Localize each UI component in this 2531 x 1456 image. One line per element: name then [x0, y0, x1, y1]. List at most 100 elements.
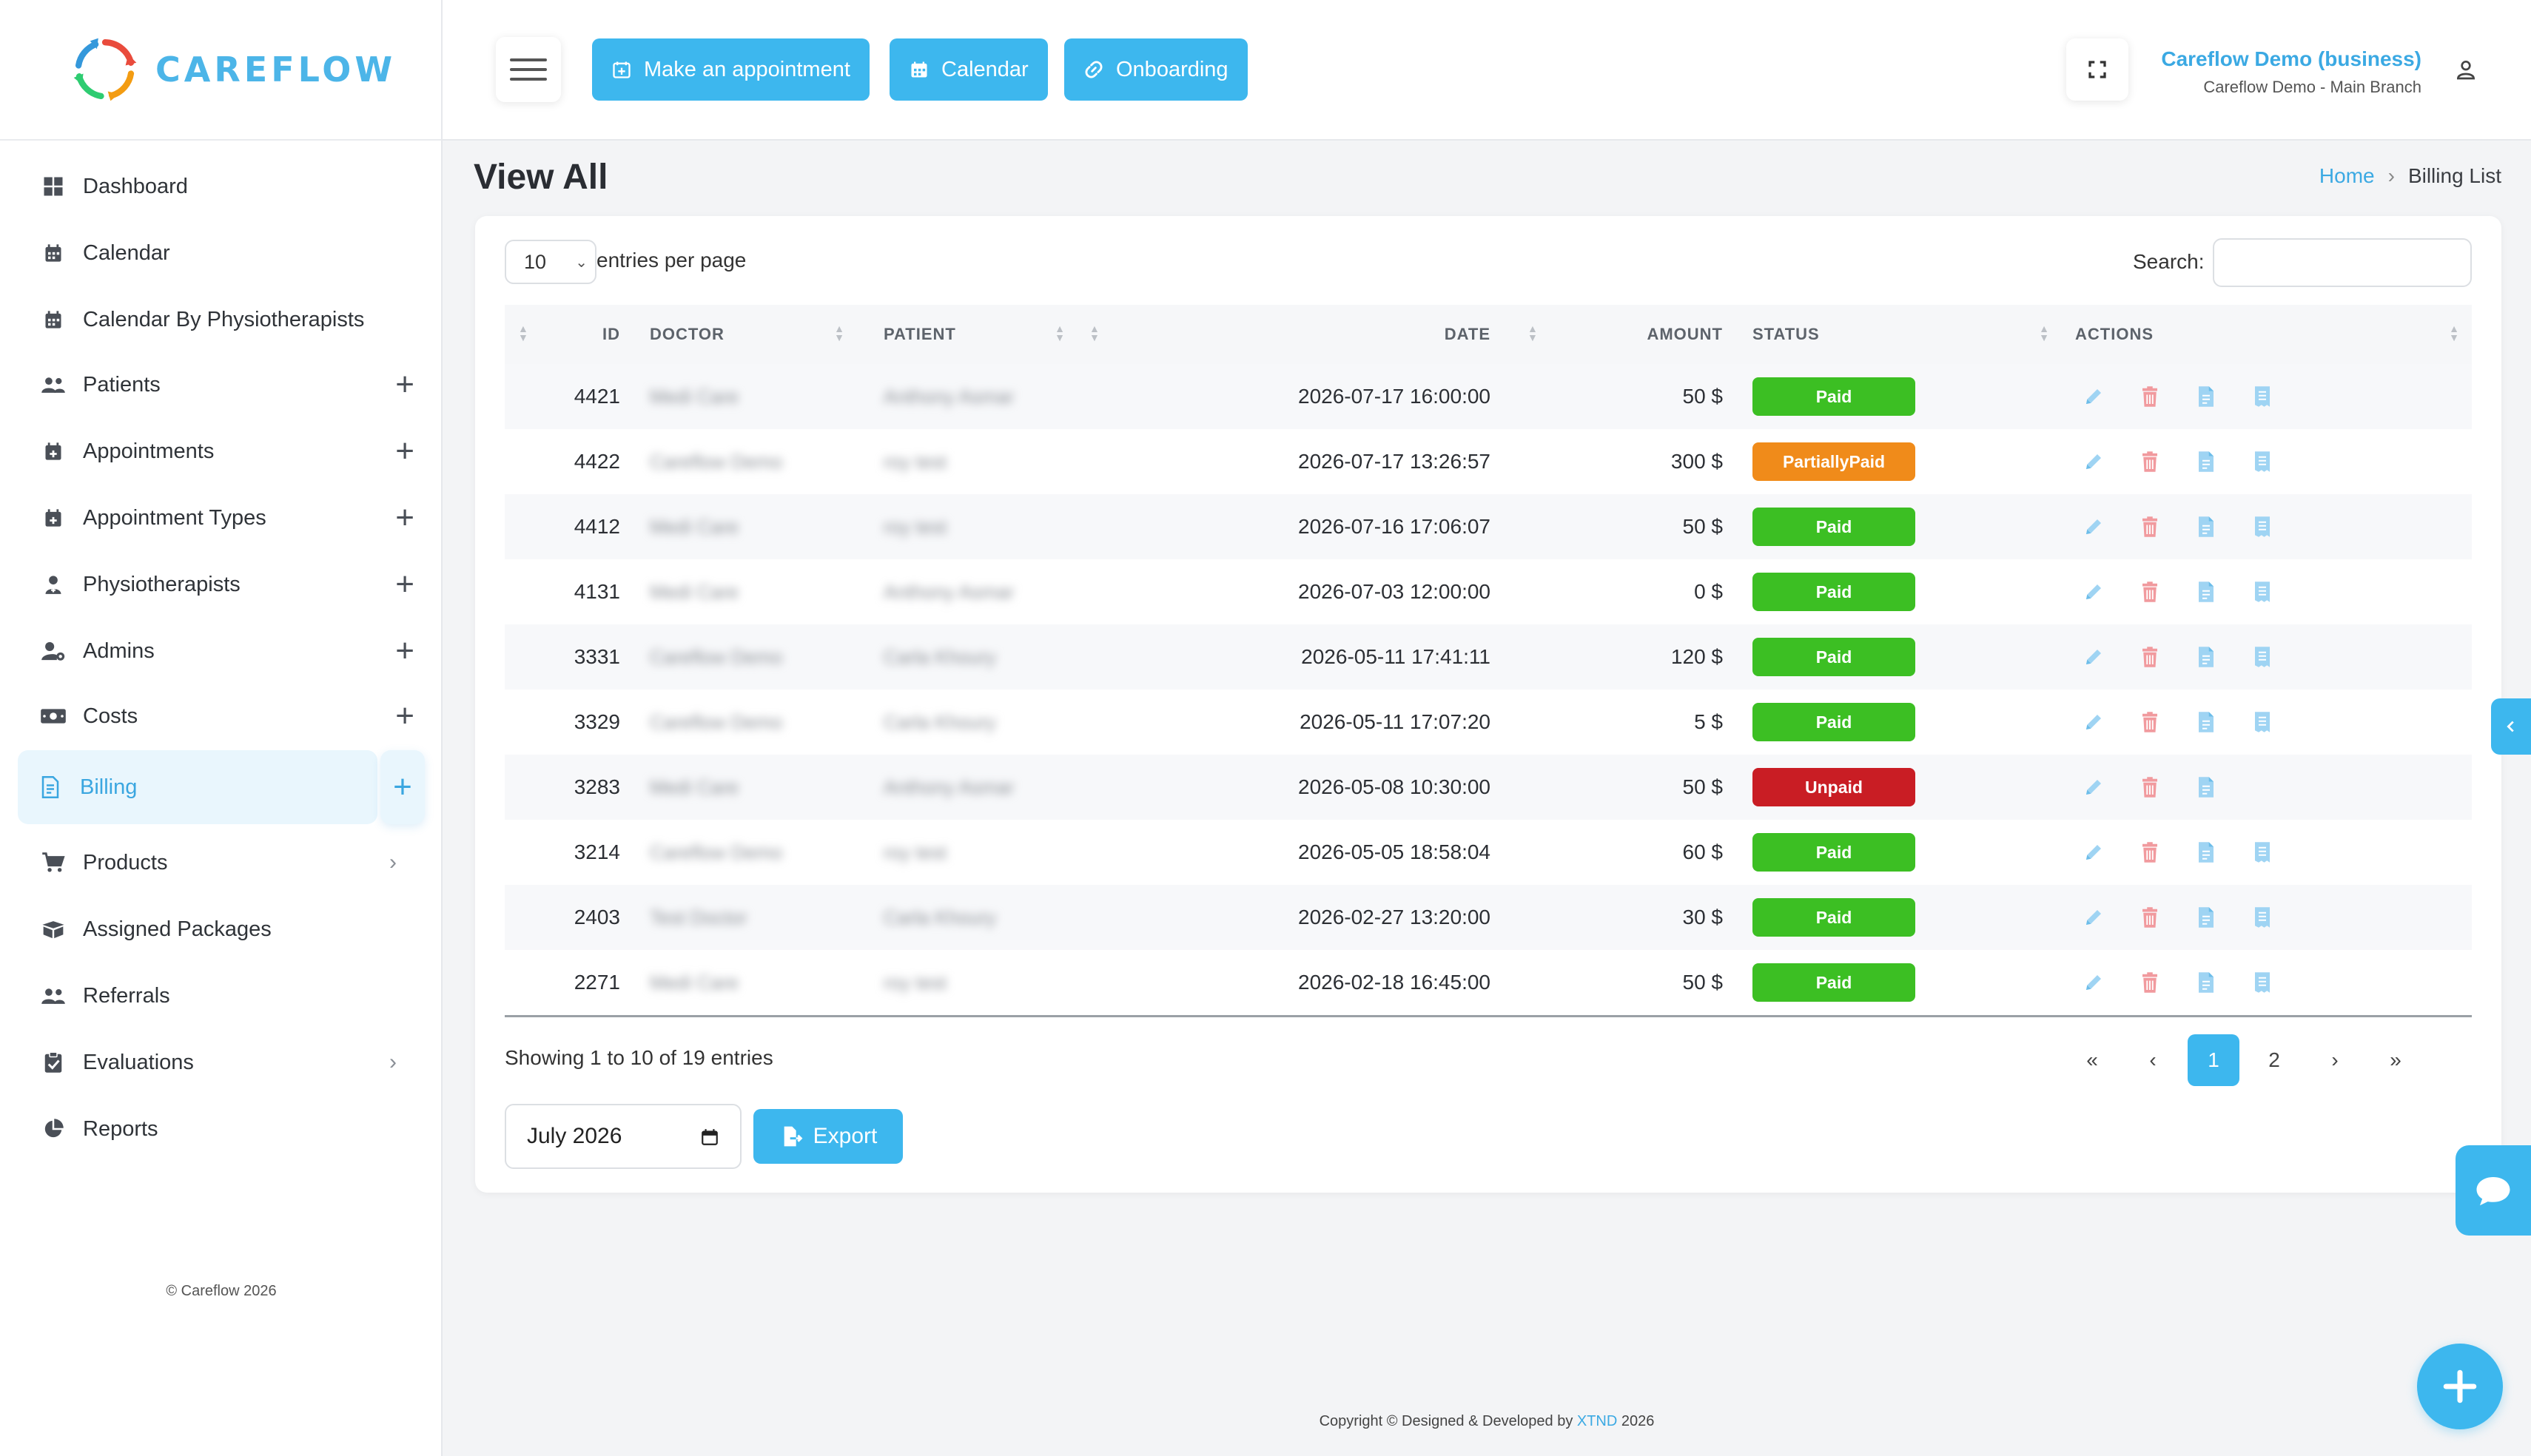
document-icon[interactable] — [2194, 384, 2219, 409]
edit-icon[interactable] — [2081, 775, 2106, 800]
edit-icon[interactable] — [2081, 970, 2106, 995]
delete-icon[interactable] — [2137, 905, 2162, 930]
table-row[interactable]: 3331 Careflow Demo Carla Khoury 2026-05-… — [505, 624, 2472, 690]
onboarding-button[interactable]: Onboarding — [1064, 38, 1248, 101]
table-row[interactable]: 4422 Careflow Demo roy test 2026-07-17 1… — [505, 429, 2472, 494]
sidebar-item-evaluations[interactable]: Evaluations › — [18, 1031, 425, 1094]
col-status[interactable]: STATUS ▲ ▼ — [1739, 305, 2062, 364]
user-name[interactable]: Careflow Demo (business) — [2161, 47, 2421, 71]
table-row[interactable]: 3214 Careflow Demo roy test 2026-05-05 1… — [505, 820, 2472, 885]
breadcrumb-home[interactable]: Home — [2319, 164, 2375, 188]
sidebar-item-appointment-types[interactable]: Appointment Types + — [18, 486, 425, 550]
sidebar-item-costs[interactable]: Costs + — [18, 684, 425, 748]
table-row[interactable]: 4412 Medi Care roy test 2026-07-16 17:06… — [505, 494, 2472, 559]
receipt-icon[interactable] — [2250, 905, 2275, 930]
expand-plus-icon[interactable]: + — [395, 502, 414, 534]
col-doctor[interactable]: DOCTOR ▲ ▼ — [623, 305, 857, 364]
edit-icon[interactable] — [2081, 644, 2106, 670]
table-row[interactable]: 2403 Test Doctor Carla Khoury 2026-02-27… — [505, 885, 2472, 950]
sidebar-item-physiotherapists[interactable]: Physiotherapists + — [18, 553, 425, 616]
table-row[interactable]: 3329 Careflow Demo Carla Khoury 2026-05-… — [505, 690, 2472, 755]
receipt-icon[interactable] — [2250, 970, 2275, 995]
delete-icon[interactable] — [2137, 970, 2162, 995]
expand-plus-icon[interactable]: + — [395, 700, 414, 732]
page-2-button[interactable]: 2 — [2248, 1034, 2300, 1086]
sidebar-item-admins[interactable]: Admins + — [18, 619, 425, 683]
col-amount[interactable]: ▲ ▼ AMOUNT — [1513, 305, 1739, 364]
sidebar-item-calendar[interactable]: Calendar — [18, 221, 425, 285]
receipt-icon[interactable] — [2250, 579, 2275, 604]
document-icon[interactable] — [2194, 710, 2219, 735]
edit-icon[interactable] — [2081, 579, 2106, 604]
sidebar-item-referrals[interactable]: Referrals — [18, 964, 425, 1028]
edit-icon[interactable] — [2081, 514, 2106, 539]
delete-icon[interactable] — [2137, 384, 2162, 409]
receipt-icon[interactable] — [2250, 840, 2275, 865]
first-page-button[interactable]: « — [2066, 1034, 2118, 1086]
user-icon[interactable] — [2454, 58, 2478, 81]
edit-icon[interactable] — [2081, 449, 2106, 474]
expand-plus-icon[interactable]: + — [395, 568, 414, 601]
next-page-button[interactable]: › — [2309, 1034, 2361, 1086]
sidebar-item-assigned-packages[interactable]: Assigned Packages — [18, 897, 425, 961]
sidebar-item-patients[interactable]: Patients + — [18, 353, 425, 417]
sidebar-item-appointments[interactable]: Appointments + — [18, 419, 425, 483]
sidebar-item-products[interactable]: Products › — [18, 831, 425, 894]
delete-icon[interactable] — [2137, 579, 2162, 604]
prev-page-button[interactable]: ‹ — [2127, 1034, 2179, 1086]
edit-icon[interactable] — [2081, 905, 2106, 930]
col-id[interactable]: ▲ ▼ ID — [505, 305, 623, 364]
document-icon[interactable] — [2194, 775, 2219, 800]
col-date[interactable]: ▲ ▼ DATE — [1076, 305, 1513, 364]
chat-button[interactable] — [2456, 1145, 2531, 1236]
receipt-icon[interactable] — [2250, 449, 2275, 474]
document-icon[interactable] — [2194, 840, 2219, 865]
receipt-icon[interactable] — [2250, 384, 2275, 409]
expand-plus-icon[interactable]: + — [395, 368, 414, 401]
table-row[interactable]: 4421 Medi Care Anthony Asmar 2026-07-17 … — [505, 364, 2472, 429]
chevron-right-icon[interactable]: › — [389, 850, 397, 875]
receipt-icon[interactable] — [2250, 710, 2275, 735]
sidebar-item-dashboard[interactable]: Dashboard — [18, 155, 425, 218]
delete-icon[interactable] — [2137, 775, 2162, 800]
page-1-button[interactable]: 1 — [2188, 1034, 2239, 1086]
receipt-icon[interactable] — [2250, 644, 2275, 670]
export-button[interactable]: Export — [753, 1109, 903, 1164]
side-panel-toggle[interactable] — [2491, 698, 2531, 755]
fullscreen-button[interactable] — [2066, 38, 2128, 101]
delete-icon[interactable] — [2137, 840, 2162, 865]
calendar-icon[interactable] — [700, 1128, 719, 1147]
logo[interactable]: CAREFLOW — [0, 0, 441, 141]
document-icon[interactable] — [2194, 579, 2219, 604]
edit-icon[interactable] — [2081, 840, 2106, 865]
expand-plus-icon[interactable]: + — [395, 635, 414, 667]
last-page-button[interactable]: » — [2370, 1034, 2421, 1086]
sidebar-item-calendar-by-physiotherapists[interactable]: Calendar By Physiotherapists — [18, 288, 425, 351]
make-appointment-button[interactable]: Make an appointment — [592, 38, 870, 101]
edit-icon[interactable] — [2081, 384, 2106, 409]
document-icon[interactable] — [2194, 514, 2219, 539]
delete-icon[interactable] — [2137, 514, 2162, 539]
footer-brand-link[interactable]: XTND — [1577, 1413, 1617, 1429]
delete-icon[interactable] — [2137, 449, 2162, 474]
table-row[interactable]: 4131 Medi Care Anthony Asmar 2026-07-03 … — [505, 559, 2472, 624]
menu-toggle-button[interactable] — [496, 37, 561, 102]
calendar-button[interactable]: Calendar — [890, 38, 1048, 101]
delete-icon[interactable] — [2137, 644, 2162, 670]
sidebar-item-reports[interactable]: Reports — [18, 1097, 425, 1161]
month-picker-input[interactable]: July 2026 — [505, 1104, 742, 1169]
chevron-right-icon[interactable]: › — [389, 1050, 397, 1075]
document-icon[interactable] — [2194, 905, 2219, 930]
expand-plus-icon[interactable]: + — [395, 435, 414, 468]
table-row[interactable]: 3283 Medi Care Anthony Asmar 2026-05-08 … — [505, 755, 2472, 820]
document-icon[interactable] — [2194, 644, 2219, 670]
table-row[interactable]: 2271 Medi Care roy test 2026-02-18 16:45… — [505, 950, 2472, 1015]
edit-icon[interactable] — [2081, 710, 2106, 735]
delete-icon[interactable] — [2137, 710, 2162, 735]
sidebar-item-billing[interactable]: Billing — [18, 750, 377, 824]
entries-per-page-select[interactable]: 10 ⌄ — [505, 240, 596, 284]
receipt-icon[interactable] — [2250, 514, 2275, 539]
col-patient[interactable]: PATIENT ▲ ▼ — [857, 305, 1076, 364]
expand-plus-icon[interactable]: + — [380, 750, 425, 824]
document-icon[interactable] — [2194, 449, 2219, 474]
